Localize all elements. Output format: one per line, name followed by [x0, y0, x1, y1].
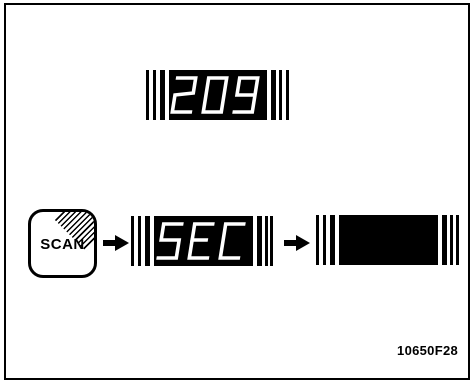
figure-frame [4, 3, 470, 380]
scan-button-label: SCAN [40, 236, 85, 253]
display-top-digit-2 [201, 76, 229, 114]
arrow-right-icon [103, 235, 129, 251]
display-mid-panel [154, 216, 253, 266]
display-top-digit-1 [170, 76, 198, 114]
display-top-digit-3 [232, 76, 260, 114]
display-right-panel [339, 215, 438, 265]
display-mid-digit-e [187, 222, 215, 260]
scan-button[interactable]: SCAN [28, 209, 97, 278]
display-mid [131, 216, 273, 266]
display-top [146, 70, 289, 120]
figure-code: 10650F28 [397, 343, 458, 358]
arrow-right-icon [284, 235, 310, 251]
display-mid-digit-c [218, 222, 246, 260]
display-right [316, 215, 459, 265]
display-top-panel [169, 70, 267, 120]
display-mid-digit-s [156, 222, 184, 260]
